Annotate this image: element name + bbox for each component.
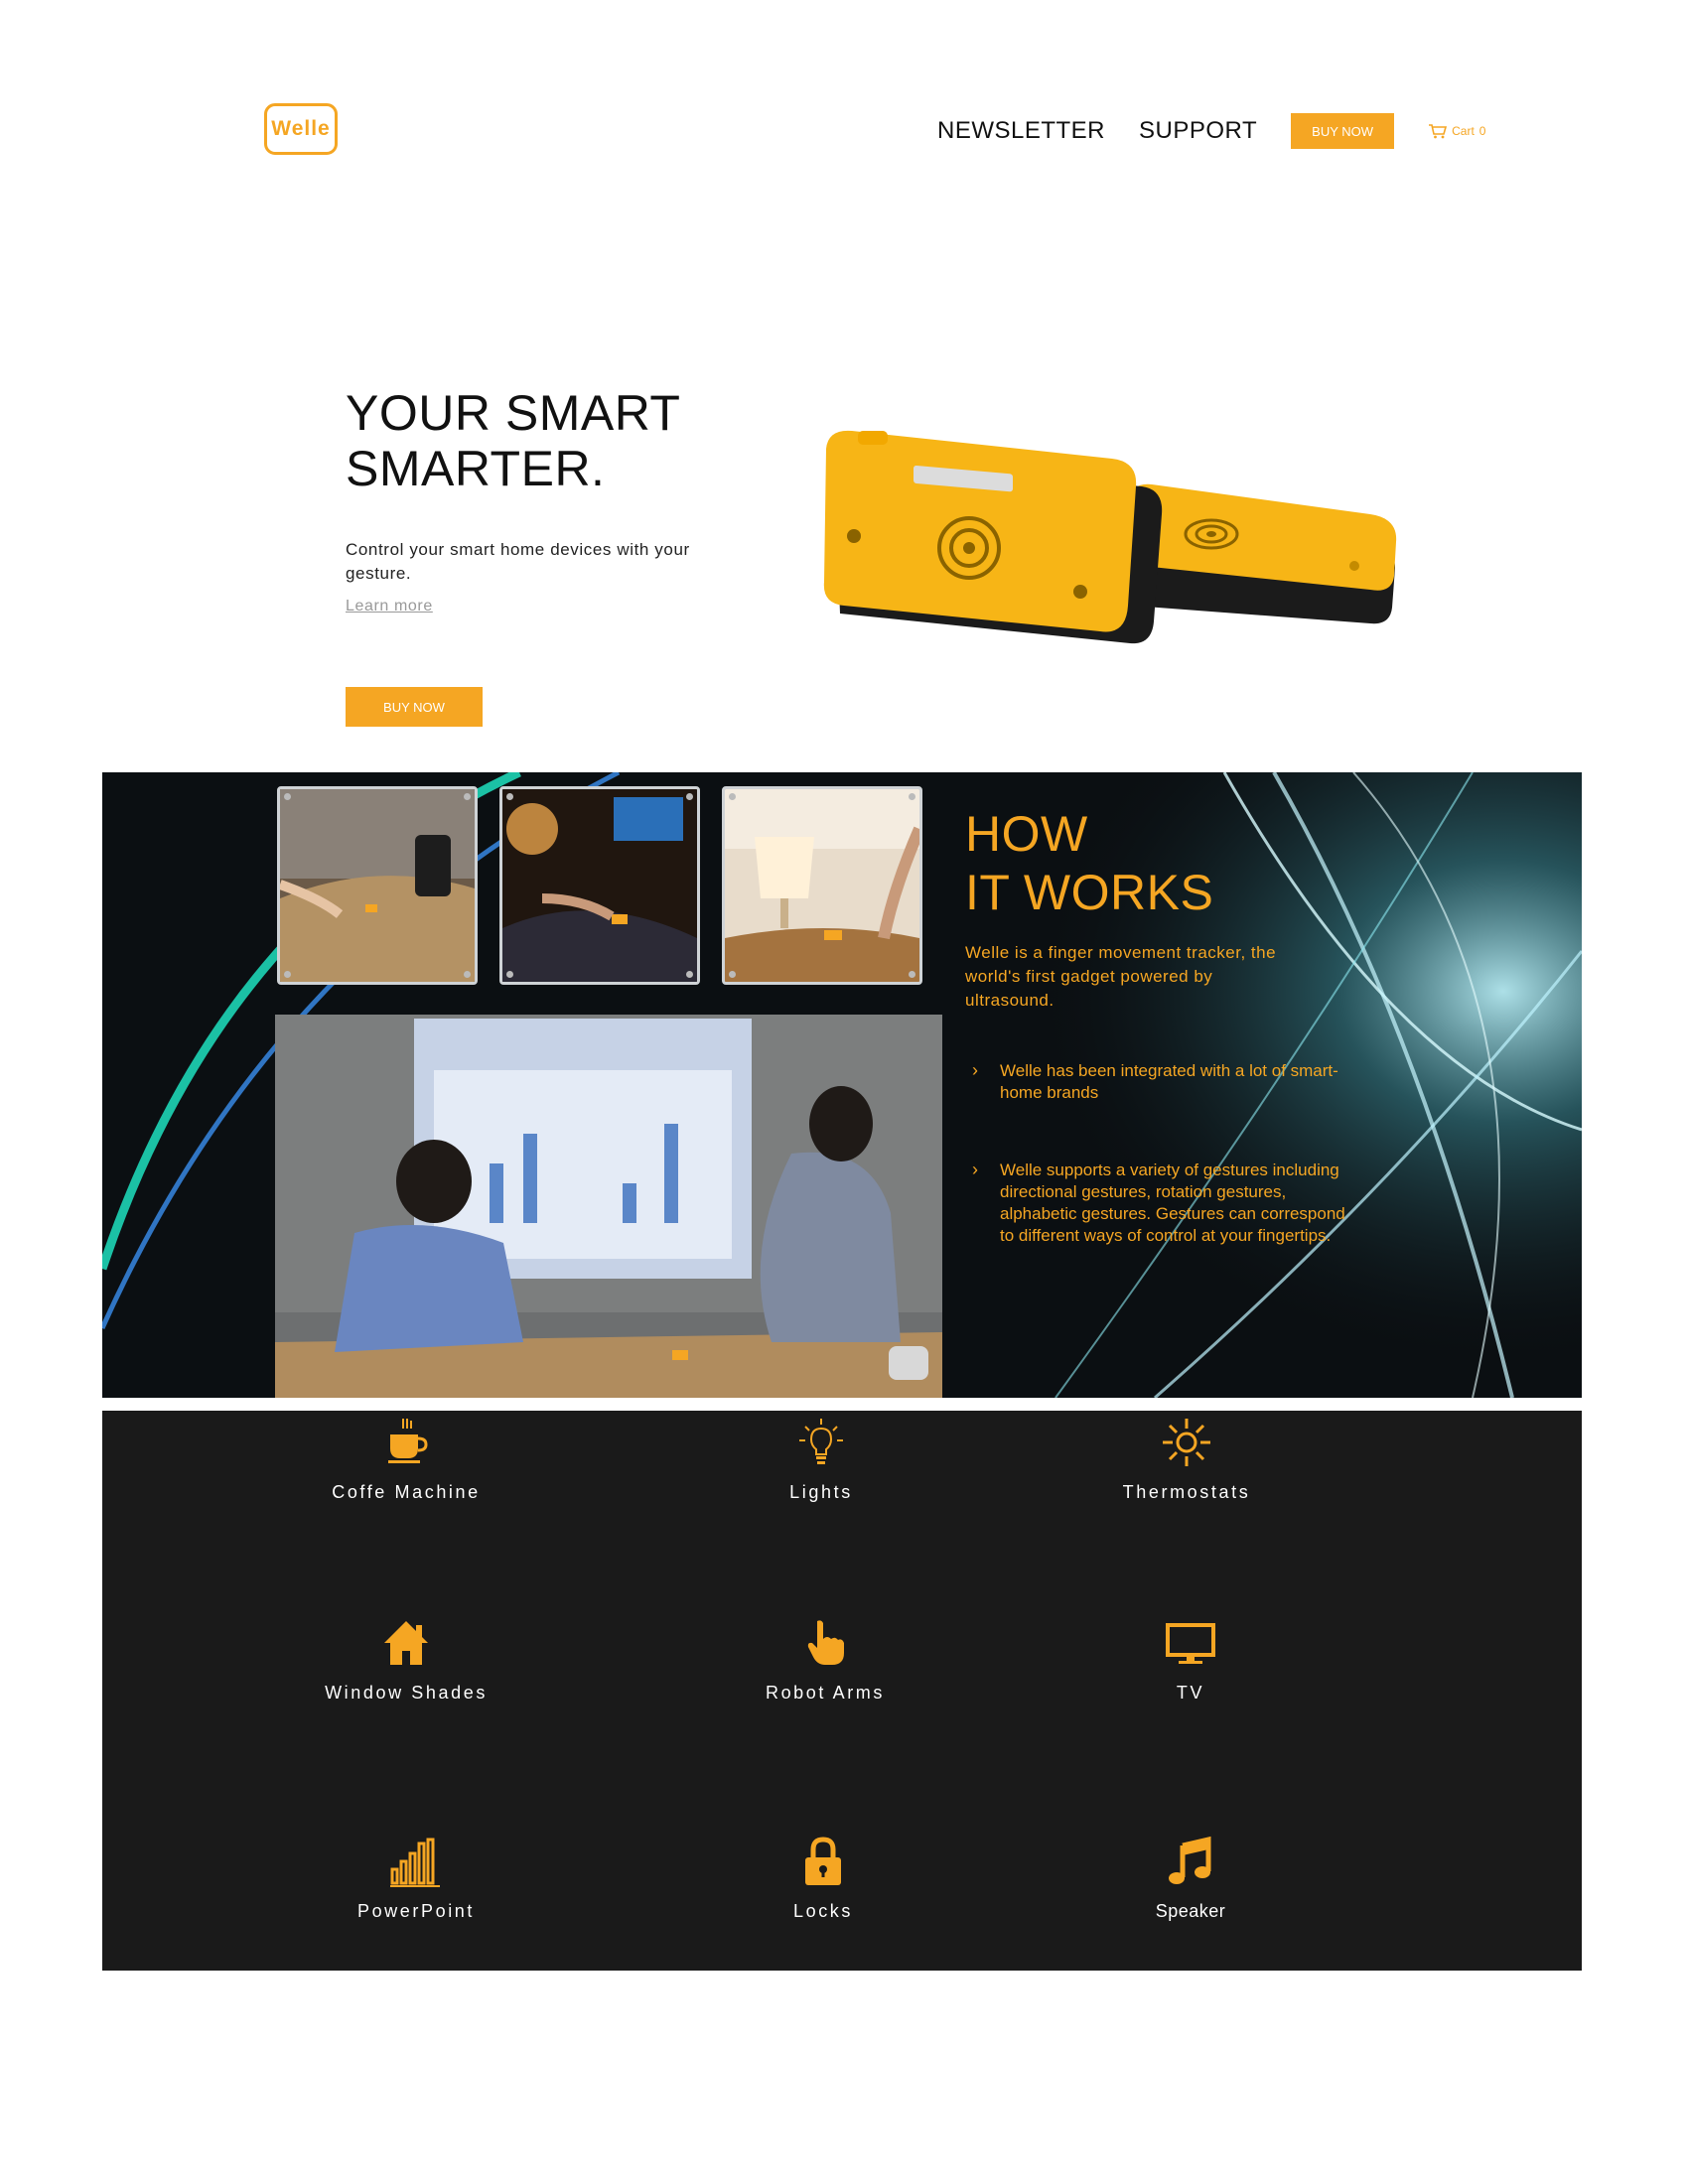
product-device-front	[823, 430, 1163, 644]
meeting-photo-image	[275, 1015, 942, 1398]
thumbnail-image	[502, 789, 697, 982]
thumbnail-image	[280, 789, 475, 982]
hero-buy-now-button[interactable]: BUY NOW	[346, 687, 483, 727]
device-label: Coffe Machine	[332, 1482, 481, 1502]
lock-icon	[805, 1837, 841, 1885]
feature-bullet-text: Welle supports a variety of gestures inc…	[1000, 1160, 1345, 1245]
cart-link[interactable]: Cart 0	[1428, 123, 1485, 139]
compatible-devices-grid: Coffe Machine Lights Thermostats Window …	[102, 1411, 1582, 1971]
hero-title: YOUR SMART SMARTER.	[346, 385, 680, 496]
learn-more-link[interactable]: Learn more	[346, 598, 433, 615]
meeting-photo	[275, 1015, 942, 1398]
cart-label: Cart	[1452, 124, 1475, 138]
feature-bullet-text: Welle has been integrated with a lot of …	[1000, 1061, 1338, 1102]
device-label: Locks	[792, 1901, 854, 1921]
pointer-hand-icon	[807, 1620, 844, 1665]
feature-bullet-integration: › Welle has been integrated with a lot o…	[972, 1060, 1349, 1104]
chevron-right-icon: ›	[972, 1160, 978, 1179]
cart-icon	[1429, 124, 1448, 139]
monitor-icon	[1166, 1623, 1215, 1664]
nav-support[interactable]: SUPPORT	[1139, 117, 1257, 145]
coffee-icon	[388, 1419, 428, 1463]
thumbnail-gesture-lamp[interactable]	[722, 786, 922, 985]
top-nav: NEWSLETTER SUPPORT BUY NOW Cart 0	[937, 111, 1485, 151]
sun-icon	[1163, 1419, 1210, 1466]
music-note-icon	[1169, 1836, 1211, 1884]
hero-title-line-2: SMARTER.	[346, 441, 606, 496]
device-item-locks[interactable]: Locks	[674, 1837, 972, 1922]
product-image	[823, 430, 1397, 644]
device-label: Thermostats	[1122, 1482, 1251, 1502]
hero-title-line-1: YOUR SMART	[346, 385, 681, 441]
how-title-line-2: IT WORKS	[965, 865, 1214, 920]
thumbnail-gesture-table[interactable]	[277, 786, 478, 985]
device-item-window-shades[interactable]: Window Shades	[257, 1615, 555, 1704]
device-item-lights[interactable]: Lights	[672, 1415, 970, 1503]
device-item-speaker[interactable]: Speaker	[1042, 1836, 1339, 1922]
how-title-line-1: HOW	[965, 806, 1088, 862]
device-label: Lights	[789, 1482, 853, 1502]
how-it-works-intro: Welle is a finger movement tracker, the …	[965, 943, 1277, 1010]
device-item-thermostats[interactable]: Thermostats	[1038, 1415, 1336, 1503]
header-buy-now-button[interactable]: BUY NOW	[1291, 113, 1395, 149]
cart-count: 0	[1478, 124, 1486, 138]
how-it-works-section: HOW IT WORKS Welle is a finger movement …	[102, 772, 1582, 1398]
hero-subtitle: Control your smart home devices with you…	[346, 540, 690, 583]
thumbnail-gesture-tv[interactable]	[499, 786, 700, 985]
device-label: Speaker	[1155, 1901, 1226, 1921]
nav-newsletter[interactable]: NEWSLETTER	[937, 117, 1105, 145]
feature-bullet-gestures: › Welle supports a variety of gestures i…	[972, 1160, 1349, 1247]
device-label: Window Shades	[325, 1683, 488, 1703]
device-label: TV	[1176, 1683, 1205, 1703]
home-icon	[384, 1621, 428, 1665]
device-label: Robot Arms	[765, 1683, 886, 1703]
logo-text: Welle	[271, 117, 331, 140]
chevron-right-icon: ›	[972, 1060, 978, 1080]
device-item-powerpoint[interactable]: PowerPoint	[267, 1838, 565, 1922]
lightbulb-icon	[799, 1419, 843, 1464]
device-item-tv[interactable]: TV	[1042, 1615, 1339, 1704]
bar-chart-icon	[390, 1838, 440, 1887]
product-device-back	[1125, 483, 1397, 624]
device-item-coffee-machine[interactable]: Coffe Machine	[257, 1415, 555, 1503]
how-it-works-title: HOW IT WORKS	[965, 805, 1213, 922]
device-item-robot-arms[interactable]: Robot Arms	[676, 1615, 974, 1704]
thumbnail-image	[725, 789, 919, 982]
device-label: PowerPoint	[356, 1901, 476, 1921]
logo[interactable]: Welle	[264, 103, 338, 155]
